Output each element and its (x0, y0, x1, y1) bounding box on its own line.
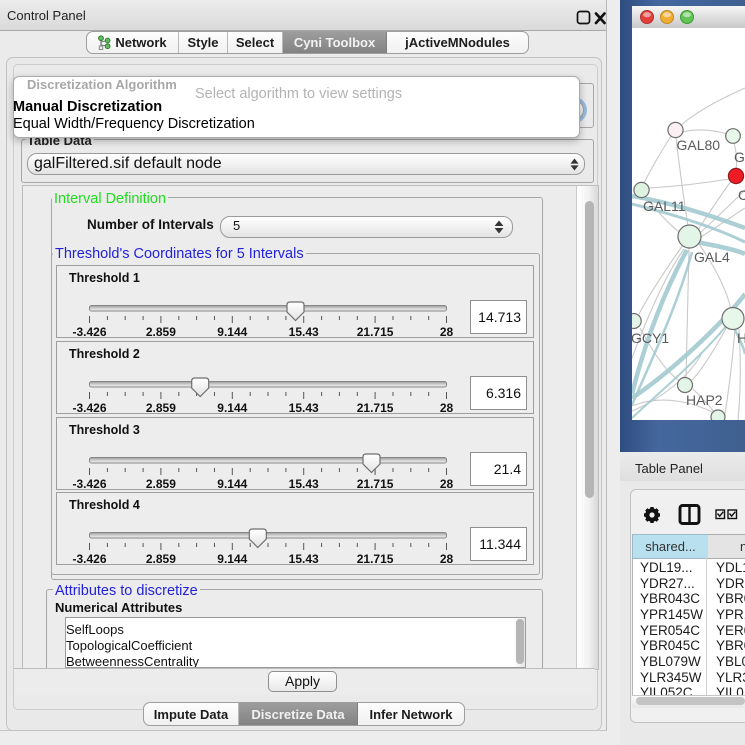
svg-text:15.43: 15.43 (289, 552, 319, 564)
svg-text:HAP2: HAP2 (686, 392, 723, 408)
svg-text:GCY1: GCY1 (632, 330, 669, 346)
svg-text:2.859: 2.859 (146, 401, 176, 413)
svg-text:GAL4: GAL4 (694, 249, 730, 265)
svg-text:28: 28 (440, 325, 454, 337)
svg-text:21.715: 21.715 (357, 552, 394, 564)
svg-text:28: 28 (440, 552, 454, 564)
svg-text:H: H (737, 330, 745, 346)
svg-text:C: C (738, 187, 745, 203)
svg-text:28: 28 (440, 477, 454, 489)
svg-text:GAL11: GAL11 (643, 198, 686, 214)
svg-text:9.144: 9.144 (217, 401, 247, 413)
svg-text:-3.426: -3.426 (72, 552, 106, 564)
svg-text:2.859: 2.859 (146, 325, 176, 337)
svg-text:-3.426: -3.426 (72, 401, 106, 413)
svg-text:15.43: 15.43 (289, 401, 319, 413)
svg-text:-3.426: -3.426 (72, 325, 106, 337)
svg-text:15.43: 15.43 (289, 477, 319, 489)
svg-text:9.144: 9.144 (217, 552, 247, 564)
svg-text:9.144: 9.144 (217, 325, 247, 337)
svg-text:2.859: 2.859 (146, 552, 176, 564)
svg-text:21.715: 21.715 (357, 401, 394, 413)
svg-text:GAL80: GAL80 (677, 137, 721, 153)
svg-text:21.715: 21.715 (357, 325, 394, 337)
svg-text:9.144: 9.144 (217, 477, 247, 489)
svg-text:2.859: 2.859 (146, 477, 176, 489)
svg-text:28: 28 (440, 401, 454, 413)
svg-text:-3.426: -3.426 (72, 477, 106, 489)
svg-text:21.715: 21.715 (357, 477, 394, 489)
svg-text:15.43: 15.43 (289, 325, 319, 337)
svg-text:GA: GA (734, 149, 745, 165)
